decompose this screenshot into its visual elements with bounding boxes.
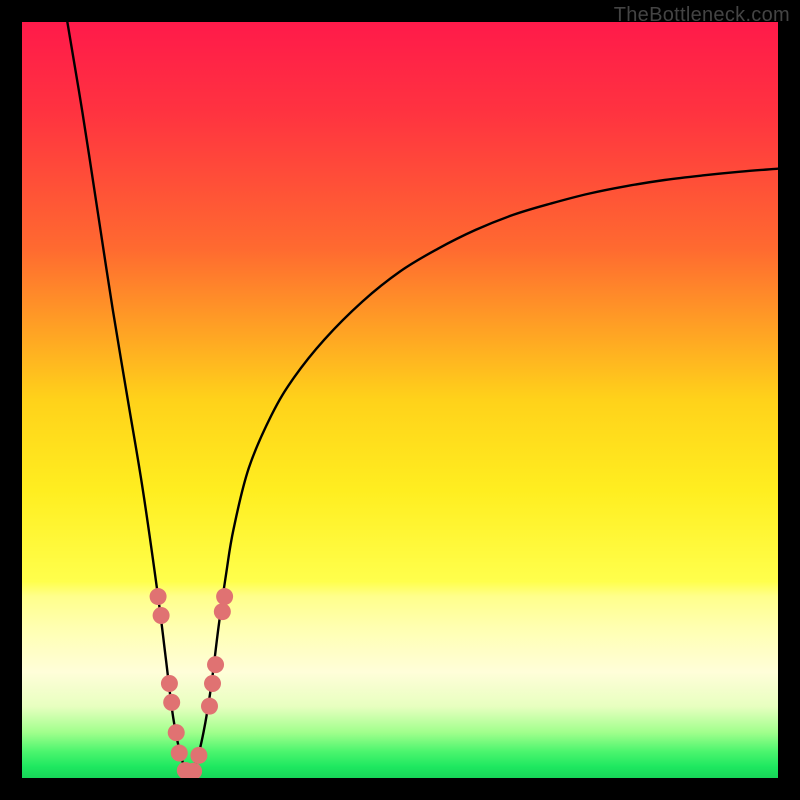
highlight-marker xyxy=(150,588,167,605)
highlight-marker xyxy=(163,694,180,711)
highlight-marker xyxy=(171,745,188,762)
highlight-markers-layer xyxy=(22,22,778,778)
highlight-marker xyxy=(161,675,178,692)
highlight-marker xyxy=(216,588,233,605)
highlight-marker xyxy=(201,698,218,715)
highlight-marker xyxy=(153,607,170,624)
chart-frame: TheBottleneck.com xyxy=(0,0,800,800)
highlight-marker xyxy=(168,724,185,741)
highlight-marker xyxy=(204,675,221,692)
watermark-text: TheBottleneck.com xyxy=(614,4,790,27)
highlight-marker xyxy=(190,747,207,764)
highlight-marker xyxy=(214,603,231,620)
highlight-marker xyxy=(207,656,224,673)
plot-area xyxy=(22,22,778,778)
